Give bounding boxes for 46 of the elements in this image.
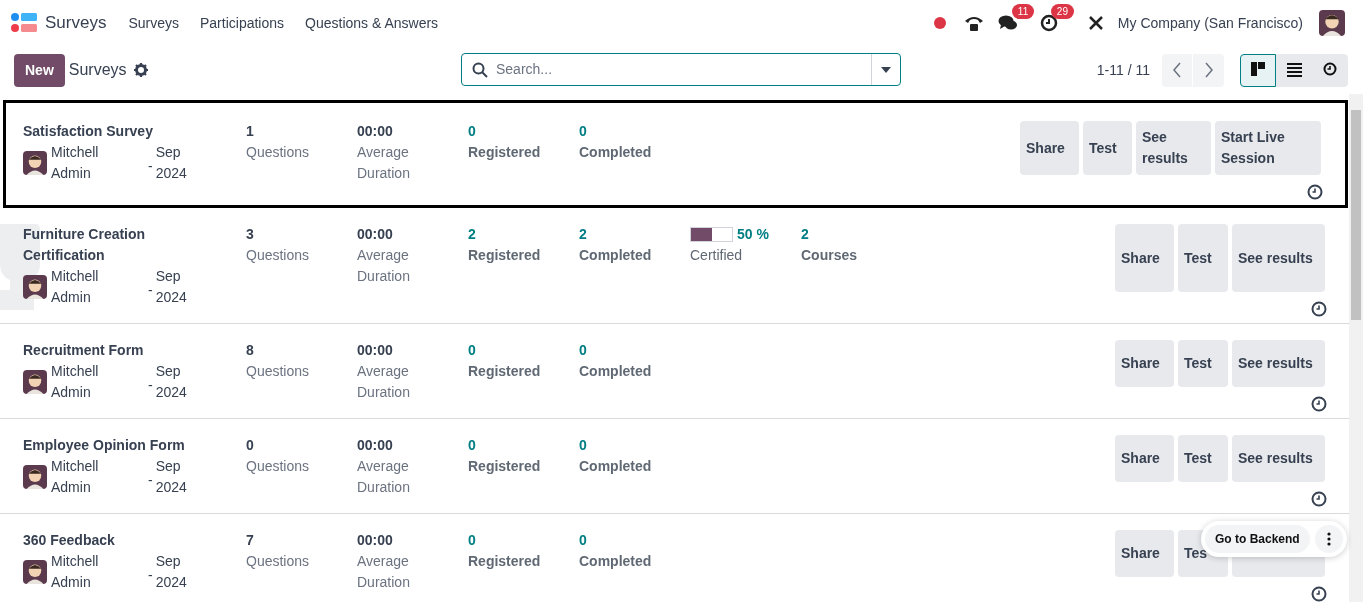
owner-name: Mitchell Admin <box>51 457 100 497</box>
survey-date: Sep 2024 <box>155 362 188 402</box>
stat-value: 1 <box>246 122 254 141</box>
stat-value: 00:00 <box>357 436 393 455</box>
count-badge: 29 <box>1050 4 1074 19</box>
survey-date: Sep 2024 <box>155 552 188 592</box>
date-separator: - <box>148 375 153 395</box>
stat-label: Average Duration <box>357 246 411 286</box>
survey-title: Furniture Creation Certification <box>23 225 147 265</box>
stat-label: Questions <box>246 362 311 381</box>
stat-label: Average Duration <box>357 552 411 592</box>
stat-label: Certified <box>690 246 743 265</box>
owner-name: Mitchell Admin <box>51 552 100 592</box>
survey-date: Sep 2024 <box>155 143 188 183</box>
stat-value: 7 <box>246 531 254 550</box>
stat-value: 00:00 <box>357 531 393 550</box>
survey-date: Sep 2024 <box>155 457 188 497</box>
date-separator: - <box>148 470 153 490</box>
stat-label: Average Duration <box>357 457 411 497</box>
stat-label: Questions <box>246 246 311 265</box>
date-separator: - <box>148 565 153 585</box>
count-badge: 11 <box>1011 4 1035 19</box>
stat-value: 0 <box>246 436 254 455</box>
date-separator: - <box>148 280 153 300</box>
pager-value: 1-11 / 11 <box>1096 60 1150 80</box>
survey-title: Satisfaction Survey <box>23 122 154 141</box>
survey-title: Employee Opinion Form <box>23 436 186 455</box>
stat-value: 00:00 <box>357 341 393 360</box>
stat-label: Average Duration <box>357 362 411 402</box>
stat-label: Questions <box>246 143 311 162</box>
stat-value: 00:00 <box>357 225 393 244</box>
survey-date: Sep 2024 <box>155 267 188 307</box>
stat-value: 8 <box>246 341 254 360</box>
stat-value: 00:00 <box>357 122 393 141</box>
stat-label: Average Duration <box>357 143 411 183</box>
stat-value: 3 <box>246 225 254 244</box>
stat-label: Questions <box>246 552 311 571</box>
owner-name: Mitchell Admin <box>51 143 100 183</box>
owner-name: Mitchell Admin <box>51 267 100 307</box>
stat-label: Questions <box>246 457 311 476</box>
date-separator: - <box>148 156 153 176</box>
owner-name: Mitchell Admin <box>51 362 100 402</box>
survey-title: 360 Feedback <box>23 531 116 550</box>
stat-value: 50 % <box>737 225 769 244</box>
survey-title: Recruitment Form <box>23 341 145 360</box>
page-title: Surveys <box>68 60 127 80</box>
